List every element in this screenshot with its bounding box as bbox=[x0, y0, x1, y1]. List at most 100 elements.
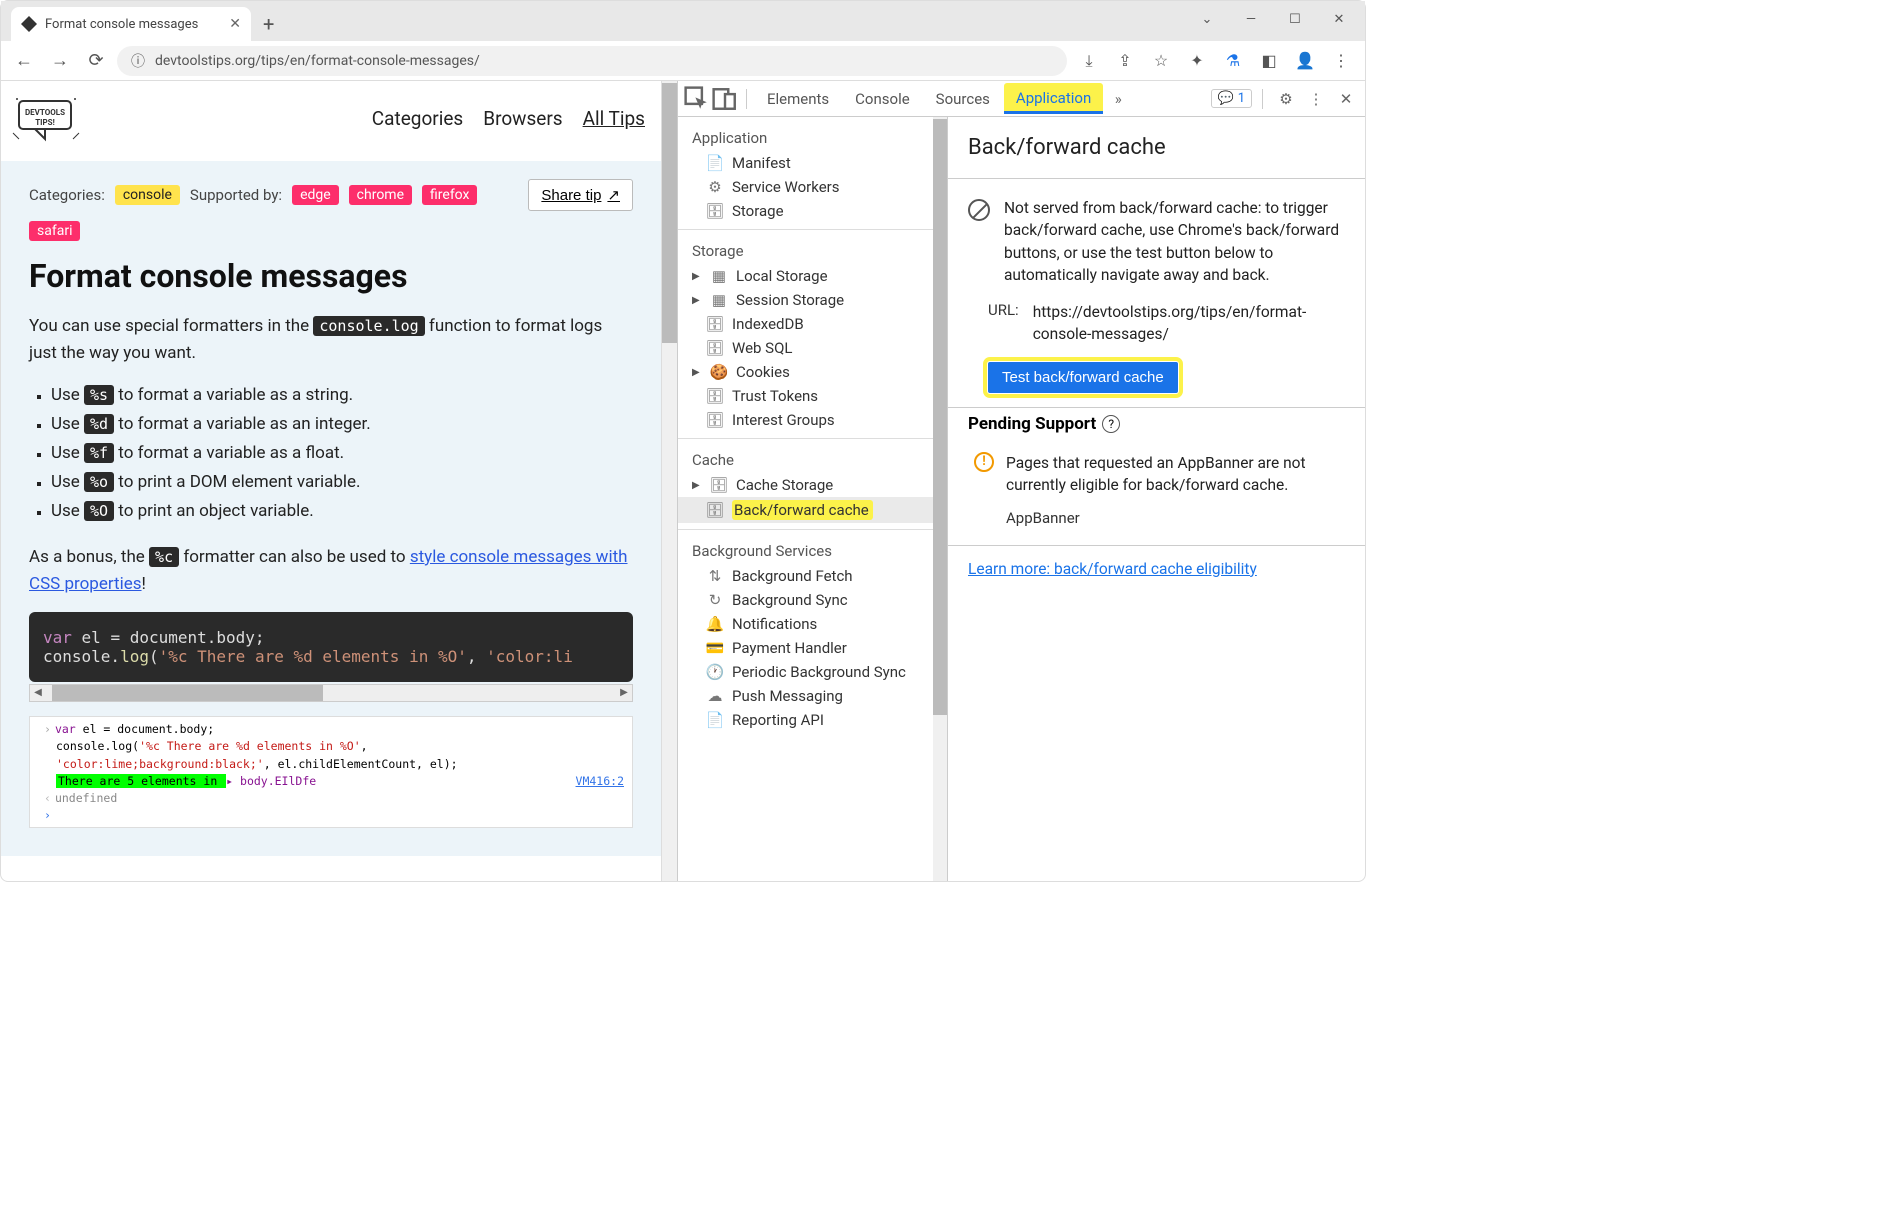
sidebar-item-manifest[interactable]: 📄Manifest bbox=[678, 151, 947, 175]
tag-safari[interactable]: safari bbox=[29, 221, 80, 241]
vm-link[interactable]: VM416:2 bbox=[576, 773, 624, 790]
clock-icon: 🕐 bbox=[706, 663, 724, 681]
sidebar-item-bfcache[interactable]: 🗄Back/forward cache bbox=[678, 497, 947, 523]
database-icon: 🗄 bbox=[710, 476, 728, 494]
sidebar-item-background-sync[interactable]: ↻Background Sync bbox=[678, 588, 947, 612]
sidebar-header-cache: Cache bbox=[678, 447, 947, 473]
forward-button[interactable]: → bbox=[45, 46, 75, 76]
table-icon: ▦ bbox=[710, 267, 728, 285]
tab-title: Format console messages bbox=[45, 17, 198, 32]
window-controls: ⌄ — ☐ ✕ bbox=[1187, 1, 1365, 33]
site-info-icon[interactable]: ⓘ bbox=[131, 51, 145, 71]
tag-chrome[interactable]: chrome bbox=[349, 185, 412, 205]
share-icon[interactable]: ⇪ bbox=[1109, 45, 1141, 77]
bookmark-star-icon[interactable]: ☆ bbox=[1145, 45, 1177, 77]
learn-more-link[interactable]: Learn more: back/forward cache eligibili… bbox=[948, 546, 1365, 592]
tab-sources[interactable]: Sources bbox=[924, 84, 1002, 114]
expand-icon[interactable]: ▶ bbox=[692, 367, 702, 378]
back-button[interactable]: ← bbox=[9, 46, 39, 76]
sidepanel-icon[interactable]: ◧ bbox=[1253, 45, 1285, 77]
code-block: var el = document.body; console.log('%c … bbox=[29, 612, 633, 682]
sidebar-item-service-workers[interactable]: ⚙Service Workers bbox=[678, 175, 947, 199]
bfcache-info-block: Not served from back/forward cache: to t… bbox=[948, 179, 1365, 295]
application-sidebar: Application 📄Manifest ⚙Service Workers 🗄… bbox=[678, 117, 948, 881]
help-icon[interactable]: ? bbox=[1102, 415, 1120, 433]
sidebar-item-cache-storage[interactable]: ▶🗄Cache Storage bbox=[678, 473, 947, 497]
sidebar-item-interest-groups[interactable]: 🗄Interest Groups bbox=[678, 408, 947, 432]
expand-icon[interactable]: ▶ bbox=[692, 271, 702, 282]
database-icon: 🗄 bbox=[706, 501, 724, 519]
console-output-image: ›var el = document.body; console.log('%c… bbox=[29, 716, 633, 828]
tab-elements[interactable]: Elements bbox=[755, 84, 841, 114]
caret-down-icon[interactable]: ⌄ bbox=[1187, 5, 1227, 33]
list-item: Use %s to format a variable as a string. bbox=[51, 381, 633, 410]
inspect-element-icon[interactable] bbox=[684, 86, 710, 112]
tag-firefox[interactable]: firefox bbox=[422, 185, 477, 205]
sidebar-item-storage[interactable]: 🗄Storage bbox=[678, 199, 947, 223]
sidebar-item-websql[interactable]: 🗄Web SQL bbox=[678, 336, 947, 360]
extensions-icon[interactable]: ✦ bbox=[1181, 45, 1213, 77]
devtools-menu-icon[interactable]: ⋮ bbox=[1303, 86, 1329, 112]
file-icon: 📄 bbox=[706, 711, 724, 729]
formatter-list: Use %s to format a variable as a string.… bbox=[51, 381, 633, 525]
database-icon: 🗄 bbox=[706, 339, 724, 357]
table-icon: ▦ bbox=[710, 291, 728, 309]
more-tabs-icon[interactable]: » bbox=[1105, 86, 1131, 112]
browser-tab-strip: Format console messages ✕ + ⌄ — ☐ ✕ bbox=[1, 1, 1365, 41]
tag-edge[interactable]: edge bbox=[292, 185, 339, 205]
cookie-icon: 🍪 bbox=[710, 363, 728, 381]
tab-console[interactable]: Console bbox=[843, 84, 922, 114]
reload-button[interactable]: ⟳ bbox=[81, 46, 111, 76]
device-toolbar-icon[interactable] bbox=[712, 86, 738, 112]
sidebar-item-push-messaging[interactable]: ☁Push Messaging bbox=[678, 684, 947, 708]
page-title: Format console messages bbox=[29, 257, 633, 295]
expand-icon[interactable]: ▶ bbox=[692, 295, 702, 306]
minimize-icon[interactable]: — bbox=[1231, 5, 1271, 33]
sidebar-item-indexeddb[interactable]: 🗄IndexedDB bbox=[678, 312, 947, 336]
sidebar-item-periodic-sync[interactable]: 🕐Periodic Background Sync bbox=[678, 660, 947, 684]
sidebar-item-trust-tokens[interactable]: 🗄Trust Tokens bbox=[678, 384, 947, 408]
expand-icon[interactable]: ▶ bbox=[692, 480, 702, 491]
share-tip-button[interactable]: Share tip↗ bbox=[528, 179, 633, 211]
test-bfcache-button[interactable]: Test back/forward cache bbox=[988, 362, 1178, 393]
application-main-pane: Back/forward cache Not served from back/… bbox=[948, 117, 1365, 881]
nav-all-tips[interactable]: All Tips bbox=[583, 107, 645, 130]
profile-avatar[interactable]: 👤 bbox=[1289, 45, 1321, 77]
maximize-icon[interactable]: ☐ bbox=[1275, 5, 1315, 33]
horizontal-scrollbar[interactable]: ◀▶ bbox=[29, 684, 633, 702]
issues-button[interactable]: 💬1 bbox=[1211, 89, 1253, 108]
settings-gear-icon[interactable]: ⚙ bbox=[1273, 86, 1299, 112]
site-logo[interactable]: DEVTOOLSTIPS! bbox=[11, 93, 81, 143]
sidebar-header-application: Application bbox=[678, 125, 947, 151]
sidebar-item-local-storage[interactable]: ▶▦Local Storage bbox=[678, 264, 947, 288]
labs-icon[interactable]: ⚗ bbox=[1217, 45, 1249, 77]
close-window-icon[interactable]: ✕ bbox=[1319, 5, 1359, 33]
tag-console[interactable]: console bbox=[115, 185, 180, 205]
sidebar-scrollbar[interactable] bbox=[933, 117, 947, 881]
address-bar[interactable]: ⓘ devtoolstips.org/tips/en/format-consol… bbox=[117, 46, 1067, 76]
bonus-paragraph: As a bonus, the %c formatter can also be… bbox=[29, 544, 633, 598]
sidebar-item-reporting-api[interactable]: 📄Reporting API bbox=[678, 708, 947, 732]
page-vertical-scrollbar[interactable] bbox=[661, 81, 677, 881]
sidebar-item-background-fetch[interactable]: ⇅Background Fetch bbox=[678, 564, 947, 588]
close-devtools-icon[interactable]: ✕ bbox=[1333, 86, 1359, 112]
menu-kebab-icon[interactable]: ⋮ bbox=[1325, 45, 1357, 77]
bfcache-info-text: Not served from back/forward cache: to t… bbox=[1004, 197, 1345, 287]
sidebar-item-cookies[interactable]: ▶🍪Cookies bbox=[678, 360, 947, 384]
bfcache-title: Back/forward cache bbox=[948, 117, 1365, 178]
download-icon[interactable]: ⤓ bbox=[1073, 45, 1105, 77]
nav-browsers[interactable]: Browsers bbox=[483, 107, 562, 130]
tab-application[interactable]: Application bbox=[1004, 83, 1103, 114]
sidebar-item-payment-handler[interactable]: 💳Payment Handler bbox=[678, 636, 947, 660]
new-tab-button[interactable]: + bbox=[251, 7, 286, 41]
sidebar-item-session-storage[interactable]: ▶▦Session Storage bbox=[678, 288, 947, 312]
gear-icon: ⚙ bbox=[706, 178, 724, 196]
close-tab-icon[interactable]: ✕ bbox=[229, 16, 241, 32]
svg-text:DEVTOOLS: DEVTOOLS bbox=[25, 108, 65, 117]
tab-favicon-icon bbox=[21, 16, 37, 32]
browser-tab[interactable]: Format console messages ✕ bbox=[11, 7, 251, 41]
sidebar-item-notifications[interactable]: 🔔Notifications bbox=[678, 612, 947, 636]
nav-categories[interactable]: Categories bbox=[372, 107, 463, 130]
sidebar-header-storage: Storage bbox=[678, 238, 947, 264]
cloud-icon: ☁ bbox=[706, 687, 724, 705]
